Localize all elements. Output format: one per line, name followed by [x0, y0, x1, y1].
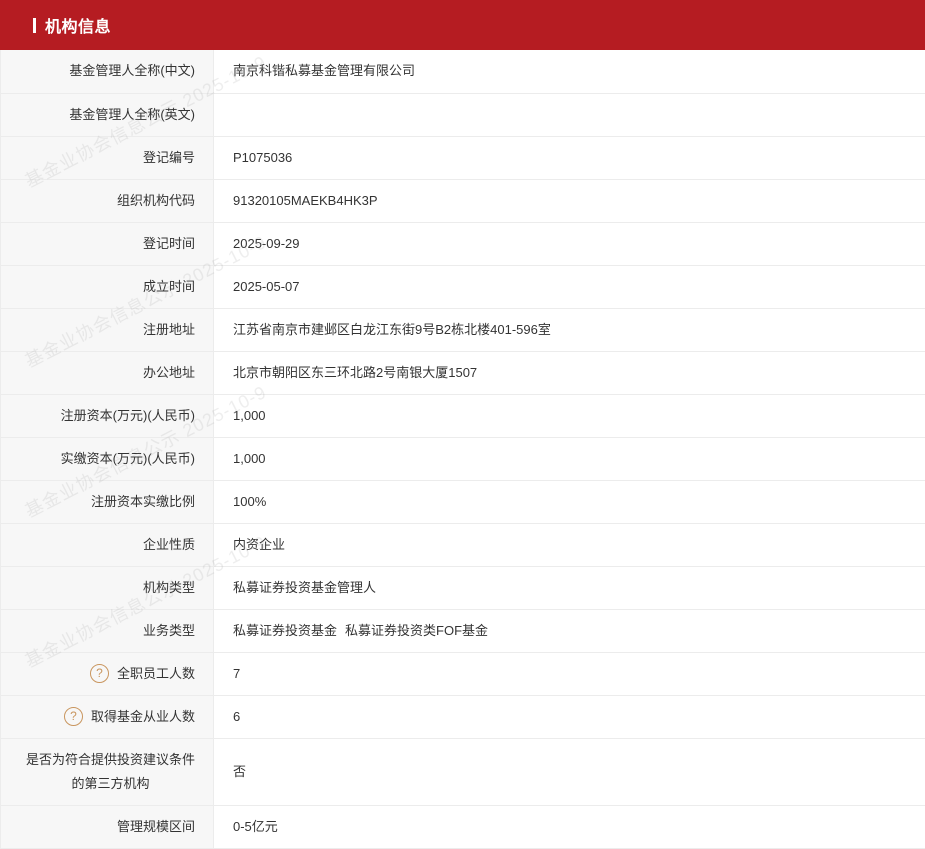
row-label-text: 全职员工人数: [117, 666, 195, 681]
row-value: 7: [214, 652, 925, 695]
table-row: 办公地址 北京市朝阳区东三环北路2号南银大厦1507: [1, 351, 925, 394]
table-row: 基金管理人全称(中文) 南京科锴私募基金管理有限公司: [1, 50, 925, 93]
row-value: 0-5亿元: [214, 805, 925, 848]
row-value: 南京科锴私募基金管理有限公司: [214, 50, 925, 93]
row-value: 否: [214, 738, 925, 805]
table-row: ? 全职员工人数 7: [1, 652, 925, 695]
row-label: 实缴资本(万元)(人民币): [1, 437, 214, 480]
institution-info-table: 基金管理人全称(中文) 南京科锴私募基金管理有限公司 基金管理人全称(英文) 登…: [0, 50, 925, 849]
question-circle-icon[interactable]: ?: [64, 707, 83, 726]
row-label: 注册资本(万元)(人民币): [1, 394, 214, 437]
row-label: 登记编号: [1, 136, 214, 179]
row-value: 私募证券投资基金管理人: [214, 566, 925, 609]
table-row: 成立时间 2025-05-07: [1, 265, 925, 308]
table-row: 登记编号 P1075036: [1, 136, 925, 179]
row-label: 注册资本实缴比例: [1, 480, 214, 523]
row-value: 6: [214, 695, 925, 738]
table-row: 实缴资本(万元)(人民币) 1,000: [1, 437, 925, 480]
row-value: 内资企业: [214, 523, 925, 566]
row-value: 北京市朝阳区东三环北路2号南银大厦1507: [214, 351, 925, 394]
row-label: 是否为符合提供投资建议条件的第三方机构: [1, 738, 214, 805]
row-value: 1,000: [214, 437, 925, 480]
row-value: [214, 93, 925, 136]
row-value: 2025-09-29: [214, 222, 925, 265]
section-header: 机构信息: [0, 0, 925, 50]
table-row: ? 取得基金从业人数 6: [1, 695, 925, 738]
row-label: 管理规模区间: [1, 805, 214, 848]
row-value: 100%: [214, 480, 925, 523]
header-accent-bar: [33, 18, 36, 33]
row-label: 基金管理人全称(英文): [1, 93, 214, 136]
row-label: ? 全职员工人数: [1, 652, 214, 695]
row-value: 91320105MAEKB4HK3P: [214, 179, 925, 222]
table-row: 企业性质 内资企业: [1, 523, 925, 566]
row-value: 江苏省南京市建邺区白龙江东街9号B2栋北楼401-596室: [214, 308, 925, 351]
row-label-text: 是否为符合提供投资建议条件的第三方机构: [26, 748, 195, 796]
row-label: 成立时间: [1, 265, 214, 308]
row-value: 私募证券投资基金私募证券投资类FOF基金: [214, 609, 925, 652]
table-row: 注册资本实缴比例 100%: [1, 480, 925, 523]
table-row: 登记时间 2025-09-29: [1, 222, 925, 265]
table-row: 组织机构代码 91320105MAEKB4HK3P: [1, 179, 925, 222]
row-label: ? 取得基金从业人数: [1, 695, 214, 738]
table-row: 基金管理人全称(英文): [1, 93, 925, 136]
table-row: 注册地址 江苏省南京市建邺区白龙江东街9号B2栋北楼401-596室: [1, 308, 925, 351]
table-row: 业务类型 私募证券投资基金私募证券投资类FOF基金: [1, 609, 925, 652]
row-label: 注册地址: [1, 308, 214, 351]
section-title: 机构信息: [45, 13, 111, 37]
table-row: 是否为符合提供投资建议条件的第三方机构 否: [1, 738, 925, 805]
row-value: 1,000: [214, 394, 925, 437]
row-label: 组织机构代码: [1, 179, 214, 222]
business-type-item: 私募证券投资基金: [233, 623, 337, 638]
row-label: 企业性质: [1, 523, 214, 566]
row-label: 办公地址: [1, 351, 214, 394]
row-label: 登记时间: [1, 222, 214, 265]
row-label-text: 取得基金从业人数: [91, 709, 195, 724]
row-label: 机构类型: [1, 566, 214, 609]
row-label: 业务类型: [1, 609, 214, 652]
row-value: 2025-05-07: [214, 265, 925, 308]
question-circle-icon[interactable]: ?: [90, 664, 109, 683]
table-row: 注册资本(万元)(人民币) 1,000: [1, 394, 925, 437]
table-row: 管理规模区间 0-5亿元: [1, 805, 925, 848]
table-row: 机构类型 私募证券投资基金管理人: [1, 566, 925, 609]
business-type-item: 私募证券投资类FOF基金: [345, 623, 488, 638]
row-value: P1075036: [214, 136, 925, 179]
row-label: 基金管理人全称(中文): [1, 50, 214, 93]
